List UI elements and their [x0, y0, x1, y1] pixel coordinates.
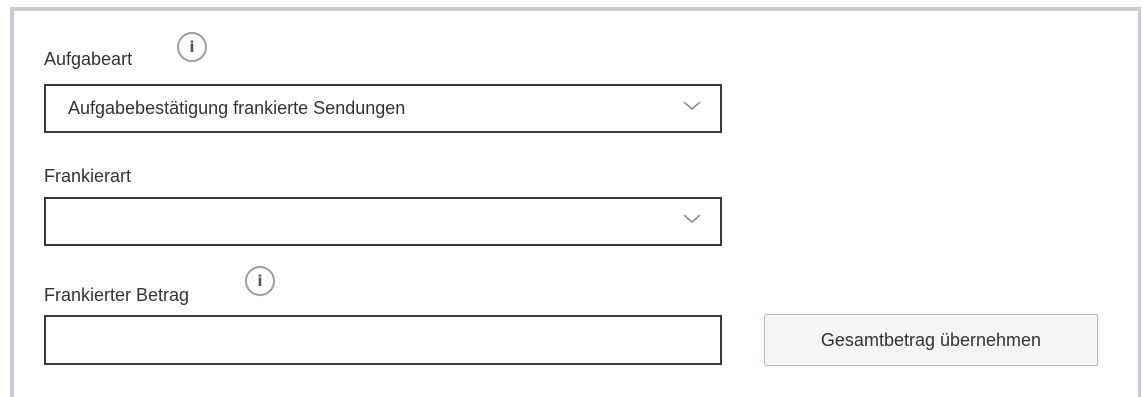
frankierart-select[interactable]: [44, 197, 722, 246]
frankierter-betrag-info-icon[interactable]: i: [245, 266, 275, 296]
aufgabeart-select-value: Aufgabebestätigung frankierte Sendungen: [68, 98, 406, 118]
aufgabeart-info-icon[interactable]: i: [177, 32, 207, 62]
gesamtbetrag-uebernehmen-button[interactable]: Gesamtbetrag übernehmen: [764, 314, 1098, 366]
aufgabeart-select[interactable]: Aufgabebestätigung frankierte Sendungen: [44, 84, 722, 133]
frankierter-betrag-label: Frankierter Betrag: [44, 285, 190, 305]
aufgabeart-label: Aufgabeart: [44, 49, 133, 69]
frankierart-label: Frankierart: [44, 166, 132, 186]
chevron-down-icon: [683, 101, 701, 111]
chevron-down-icon: [683, 214, 701, 224]
frankierter-betrag-input[interactable]: [44, 315, 722, 365]
